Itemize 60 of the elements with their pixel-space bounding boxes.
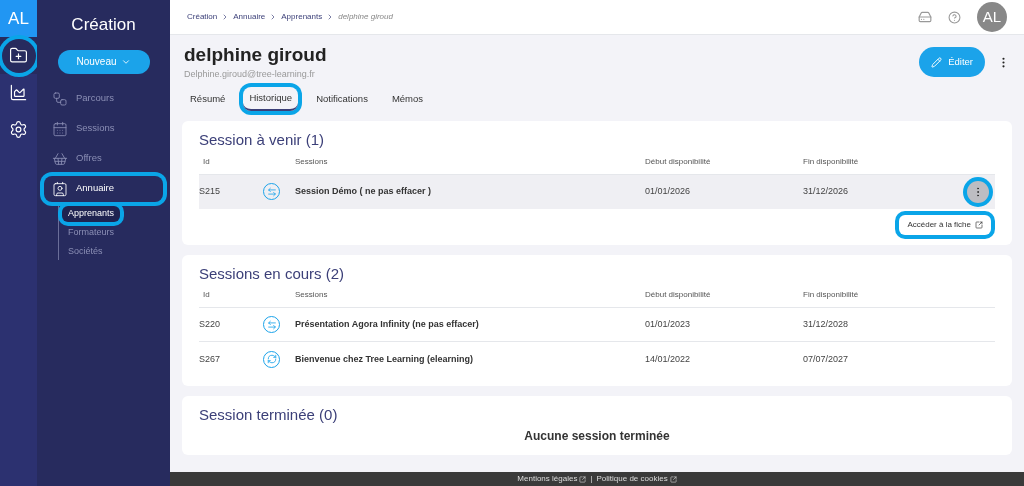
table-cell-text: Bienvenue chez Tree Learning (elearning) — [295, 352, 475, 366]
basket-icon — [52, 150, 68, 167]
pencil-icon — [931, 56, 943, 68]
column-header: Id — [202, 155, 211, 168]
section-title: Sessions en cours (2) — [199, 263, 346, 284]
external-link-icon — [669, 475, 677, 483]
calendar-icon — [52, 120, 68, 137]
sidebar-item[interactable]: Offres — [44, 145, 163, 172]
sidebar-item[interactable]: Annuaire — [44, 175, 163, 202]
folder-plus-icon[interactable] — [0, 37, 37, 74]
tab[interactable]: Notifications — [310, 87, 374, 112]
column-header: Id — [202, 289, 211, 302]
table-cell-text: Présentation Agora Infinity (ne pas effacer) — [295, 318, 480, 331]
table-cell-text: Session Démo ( ne pas effacer ) — [295, 185, 433, 198]
table-cell-text: 01/01/2023 — [645, 318, 692, 331]
session-row[interactable]: S215 Session Démo ( ne pas effacer ) 01/01/2026 31/12/2026 — [199, 174, 995, 209]
breadcrumb-link[interactable]: Création — [187, 11, 218, 23]
column-header: Début disponibilité — [645, 155, 712, 168]
help-icon[interactable] — [948, 10, 961, 24]
table-cell-text: 31/12/2026 — [803, 185, 850, 198]
table-cell-text: S220 — [199, 318, 222, 331]
tab[interactable]: Résumé — [184, 87, 232, 112]
open-record-link[interactable]: Accéder à la fiche — [899, 214, 991, 235]
breadcrumb-current: delphine giroud — [338, 11, 393, 23]
footer-link[interactable]: Politique de cookies — [596, 473, 677, 485]
section-title: Session terminée (0) — [199, 405, 339, 426]
inbox-icon[interactable] — [918, 10, 932, 24]
tab[interactable]: Mémos — [385, 87, 430, 112]
logo: AL — [0, 0, 37, 37]
column-header: Fin disponibilité — [803, 155, 859, 168]
sidebar-title: Création — [71, 14, 136, 36]
session-row[interactable]: S267 Bienvenue chez Tree Learning (elearning) 14/01/2022 07/07/2027 — [199, 342, 995, 377]
person-email: Delphine.giroud@tree-learning.fr — [184, 67, 316, 81]
empty-message: Aucune session terminée — [523, 427, 671, 445]
sidebar-subitem[interactable]: Formateurs — [62, 224, 120, 241]
table-cell-text: 07/07/2027 — [803, 352, 850, 366]
sidebar-item[interactable]: Parcours — [44, 85, 163, 112]
person-name: delphine giroud — [184, 43, 327, 67]
table-cell-text: 31/12/2028 — [803, 318, 850, 331]
column-header: Début disponibilité — [645, 289, 712, 302]
breadcrumb-link[interactable]: Apprenants — [281, 11, 323, 23]
external-link-icon — [975, 220, 983, 229]
contact-card-icon — [52, 180, 68, 197]
sidebar-item[interactable]: Sessions — [44, 115, 163, 142]
sidebar-subitem[interactable]: Sociétés — [62, 243, 109, 260]
avatar[interactable]: AL — [977, 2, 1007, 32]
column-header: Sessions — [295, 289, 329, 302]
breadcrumb-link[interactable]: Annuaire — [233, 11, 266, 23]
session-row[interactable]: S220 Présentation Agora Infinity (ne pas effacer) 01/01/2023 31/12/2028 — [199, 308, 995, 343]
external-link-icon — [579, 475, 587, 483]
footer-link[interactable]: Mentions légales — [517, 473, 587, 485]
table-cell-text: 01/01/2026 — [645, 185, 692, 198]
column-header: Fin disponibilité — [803, 289, 859, 302]
table-cell-text: 14/01/2022 — [645, 352, 692, 366]
table-cell-text: S267 — [199, 352, 222, 366]
separator: | — [590, 473, 593, 485]
section-title: Session à venir (1) — [199, 130, 326, 151]
column-header: Sessions — [295, 155, 329, 168]
table-cell-text: S215 — [199, 185, 222, 198]
nodes-icon — [52, 90, 68, 107]
